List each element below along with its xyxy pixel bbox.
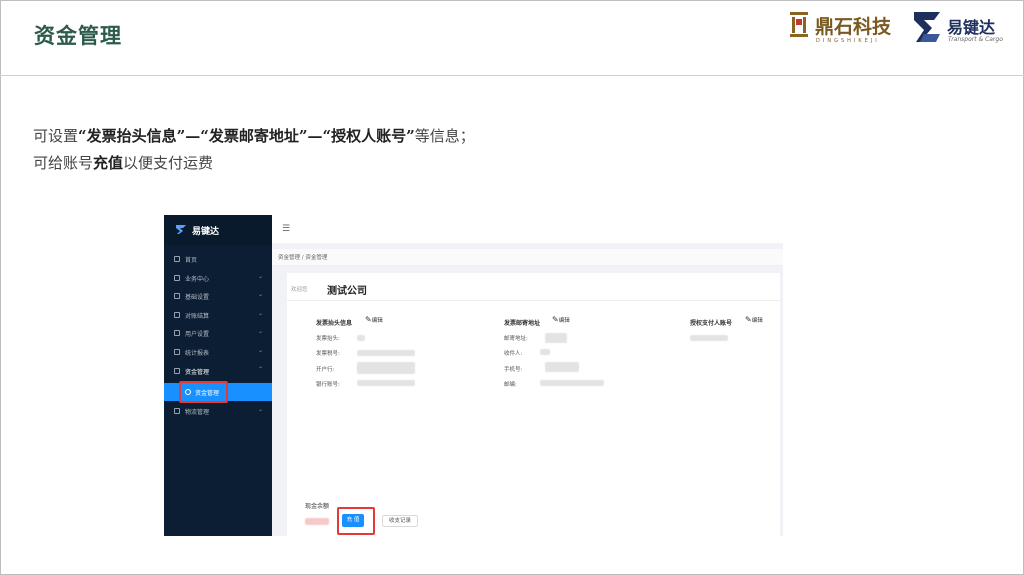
mailing-phone-value [545,362,579,372]
invoice-edit-button[interactable]: ✎编辑 [365,315,383,324]
edit-label: 编辑 [371,318,383,324]
submenu-highlight-box [179,381,228,403]
description-text: 等信息； [414,127,475,145]
app-screenshot: 易键达 首页 业务中心 ⌄ 基础设置 ⌄ 对账结算 ⌄ 用户设置 ⌄ 统计报表 … [164,215,783,536]
sidebar-item-logistics[interactable]: 物流管理 ⌄ [164,403,272,420]
dingshi-logo: 鼎石科技 DINGSHIKEJI [788,10,900,46]
authorized-section-title: 授权支付人账号 [690,320,733,327]
invoice-title-label: 发票抬头: [316,336,340,342]
invoice-bank-value [357,362,415,374]
sidebar-item-label: 对账结算 [185,313,210,320]
edit-icon: ✎ [552,315,559,324]
chevron-down-icon: ⌄ [257,310,263,317]
sidebar-item-label: 业务中心 [185,276,210,283]
sidebar-item-reconciliation[interactable]: 对账结算 ⌄ [164,307,272,324]
dingshi-logo-name: 鼎石科技 [815,16,892,38]
description-text: 可给账号 [33,154,94,172]
recharge-button[interactable]: 充 值 [342,514,364,527]
mailing-zip-value [540,380,604,386]
business-icon [174,275,180,281]
sidebar-item-fund-management[interactable]: 资金管理 ⌃ [164,363,272,380]
breadcrumb: 资金管理 / 资金管理 [272,249,783,266]
wallet-icon [174,368,180,374]
balance-label: 现金余额 [305,503,330,510]
company-name: 测试公司 [327,286,367,297]
brand-logo-icon [176,225,186,234]
description-line-2: 可给账号充值以便支付运费 [33,152,213,173]
sidebar-item-home[interactable]: 首页 [164,251,272,268]
chevron-down-icon: ⌄ [257,347,263,354]
header-divider [0,75,1024,76]
mailing-recipient-value [540,349,550,355]
mailing-edit-button[interactable]: ✎编辑 [552,315,570,324]
yijianda-logo-icon [914,12,940,42]
chevron-up-icon: ⌃ [257,366,263,373]
invoice-title-value [357,335,365,341]
mailing-recipient-label: 收件人: [504,351,523,357]
sidebar-item-reports[interactable]: 统计报表 ⌄ [164,344,272,361]
description-emphasis: 充值 [93,154,124,172]
edit-icon: ✎ [745,315,752,324]
description-line-1: 可设置“发票抬头信息”—“发票邮寄地址”—“授权人账号”等信息； [33,125,475,146]
chevron-down-icon: ⌄ [257,291,263,298]
invoice-tax-label: 发票税号: [316,351,340,357]
brand-name: 易键达 [192,227,220,237]
logistics-icon [174,408,180,414]
yijianda-logo-sub: Transport & Cargo [948,36,1003,43]
description-emphasis: “发票抬头信息”—“发票邮寄地址”—“授权人账号” [78,127,415,145]
sidebar-item-label: 资金管理 [185,369,210,376]
invoice-tax-value [357,350,415,356]
settings-icon [174,293,180,299]
sidebar-item-business-center[interactable]: 业务中心 ⌄ [164,270,272,287]
mailing-section-title: 发票邮寄地址 [504,320,541,327]
invoice-account-value [357,380,415,386]
sidebar-brand[interactable]: 易键达 [164,215,272,245]
slide-title: 资金管理 [34,24,122,48]
invoice-bank-label: 开户行: [316,367,335,373]
sidebar-item-label: 用户设置 [185,331,210,338]
yijianda-logo: 易键达 Transport & Cargo [910,8,1015,48]
description-text: 可设置 [33,127,79,145]
sidebar-item-user-settings[interactable]: 用户设置 ⌄ [164,325,272,342]
breadcrumb-text: 资金管理 / 资金管理 [278,255,328,261]
sidebar: 易键达 首页 业务中心 ⌄ 基础设置 ⌄ 对账结算 ⌄ 用户设置 ⌄ 统计报表 … [164,215,272,536]
fund-card: 欢迎您 测试公司 发票抬头信息 ✎编辑 发票抬头: 发票税号: 开户行: 银行账… [287,273,780,536]
edit-icon: ✎ [365,315,372,324]
sidebar-item-basic-settings[interactable]: 基础设置 ⌄ [164,288,272,305]
mailing-address-label: 邮寄地址: [504,336,528,342]
home-icon [174,256,180,262]
chevron-down-icon: ⌄ [257,328,263,335]
dingshi-logo-icon [790,12,808,37]
edit-label: 编辑 [558,318,570,324]
mailing-address-value [545,333,567,343]
authorized-account-value [690,335,728,341]
invoice-account-label: 银行账号: [316,382,340,388]
invoice-section-title: 发票抬头信息 [316,320,353,327]
yijianda-logo-name: 易键达 [947,18,996,37]
authorized-edit-button[interactable]: ✎编辑 [745,315,763,324]
sidebar-item-label: 统计报表 [185,350,210,357]
chevron-down-icon: ⌄ [257,406,263,413]
sidebar-item-label: 基础设置 [185,294,210,301]
menu-fold-icon[interactable]: ☰ [282,224,290,234]
reconciliation-icon [174,312,180,318]
transaction-record-button[interactable]: 收支记录 [382,515,418,527]
welcome-label: 欢迎您 [291,287,308,293]
chevron-down-icon: ⌄ [257,273,263,280]
card-divider [287,300,780,301]
report-icon [174,349,180,355]
balance-value [305,518,329,525]
description-text: 以便支付运费 [123,154,214,172]
edit-label: 编辑 [751,318,763,324]
mailing-phone-label: 手机号: [504,367,523,373]
dingshi-logo-sub: DINGSHIKEJI [816,38,880,44]
sidebar-item-label: 首页 [185,257,198,264]
top-bar: ☰ [272,215,783,243]
mailing-zip-label: 邮编: [504,382,517,388]
user-icon [174,330,180,336]
sidebar-item-label: 物流管理 [185,409,210,416]
